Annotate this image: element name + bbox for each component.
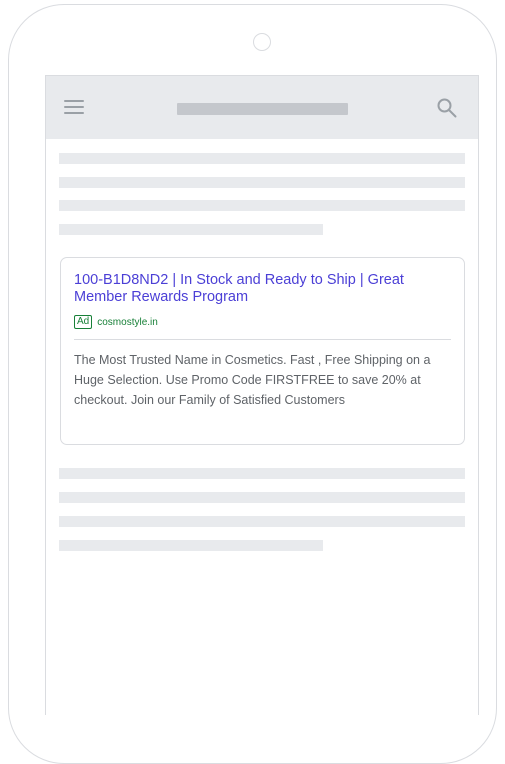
top-app-bar [46,76,478,139]
content-placeholder-line [59,468,465,479]
content-placeholder-line [59,540,323,551]
phone-screen: 100-B1D8ND2 | In Stock and Ready to Ship… [45,75,479,715]
content-placeholder-line [59,492,465,503]
ad-badge: Ad [74,315,93,329]
ad-description: The Most Trusted Name in Cosmetics. Fast… [74,353,431,407]
search-ad-card[interactable]: 100-B1D8ND2 | In Stock and Ready to Ship… [60,257,465,445]
camera-icon [253,33,271,51]
ad-meta-row: Ad cosmostyle.in [74,314,158,330]
search-icon[interactable] [436,97,458,119]
content-placeholder-line [59,516,465,527]
ad-divider [74,339,451,340]
ad-display-url[interactable]: cosmostyle.in [97,317,158,328]
content-placeholder-line [59,177,465,188]
content-placeholder-line [59,224,323,235]
content-placeholder-line [59,200,465,211]
search-bar-placeholder[interactable] [177,103,348,115]
hamburger-menu-icon[interactable] [64,100,84,114]
content-placeholder-line [59,153,465,164]
phone-frame: 100-B1D8ND2 | In Stock and Ready to Ship… [8,4,497,764]
ad-headline-link[interactable]: 100-B1D8ND2 | In Stock and Ready to Ship… [74,272,454,306]
